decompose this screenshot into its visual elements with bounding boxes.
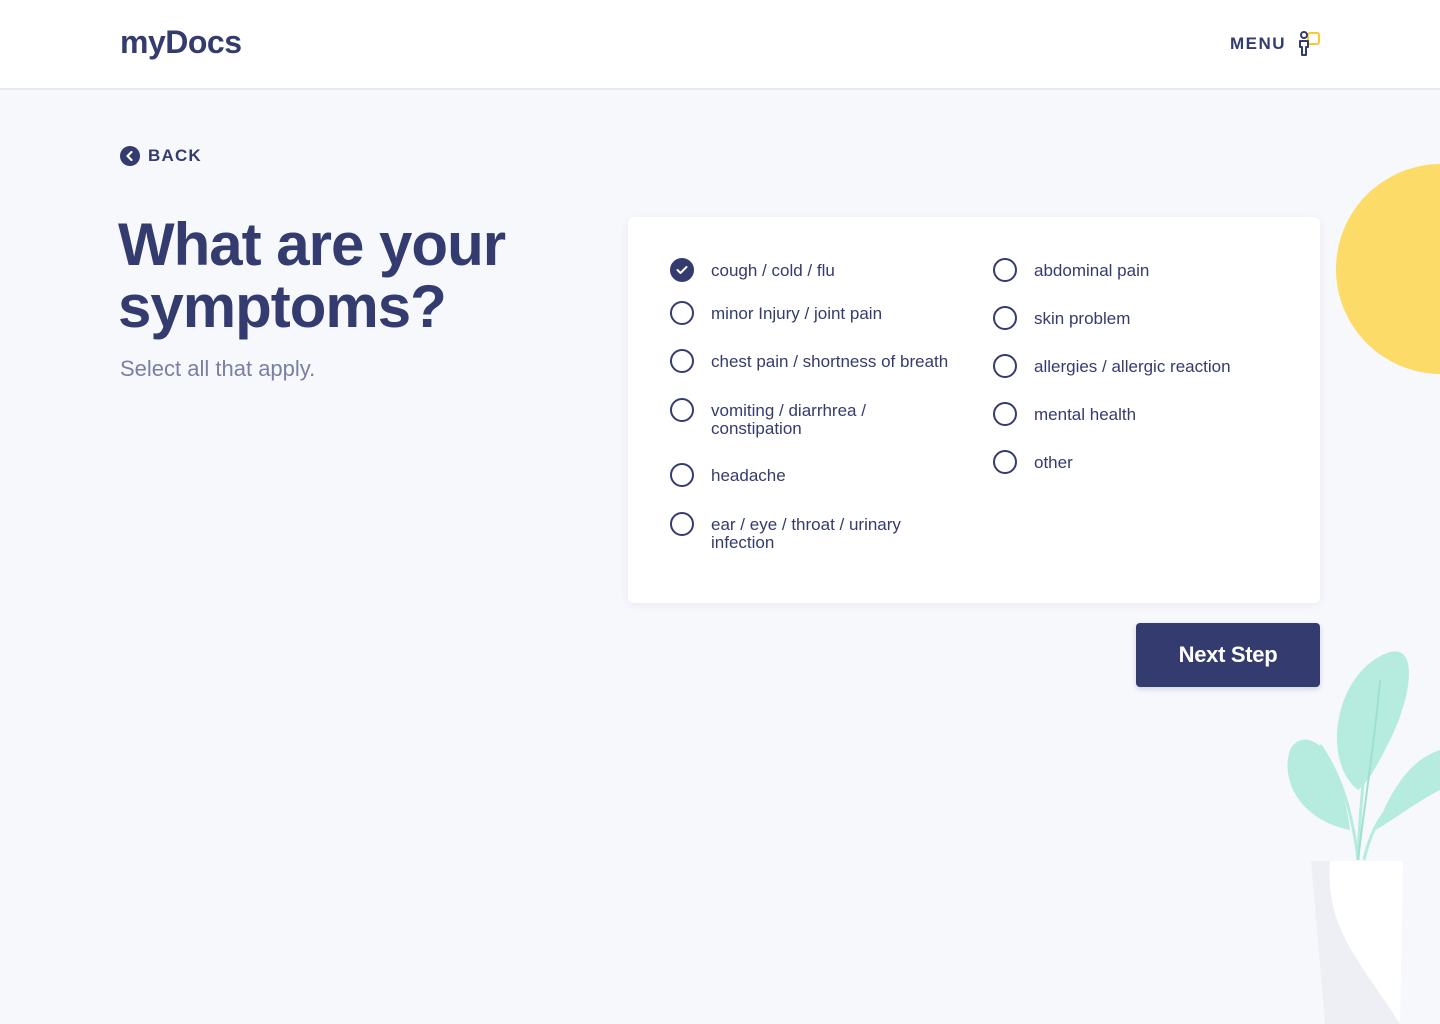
symptom-option-ear-eye-throat[interactable]: ear / eye / throat / urinary infection bbox=[670, 512, 920, 552]
top-bar: myDocs MENU bbox=[0, 0, 1440, 90]
check-icon bbox=[676, 266, 688, 274]
symptom-label: mental health bbox=[1034, 405, 1137, 424]
logo[interactable]: myDocs bbox=[120, 24, 242, 61]
page-subtitle: Select all that apply. bbox=[120, 356, 316, 381]
back-button[interactable]: BACK bbox=[120, 146, 202, 166]
symptom-option-vomiting[interactable]: vomiting / diarrhrea / constipation bbox=[670, 398, 900, 438]
symptom-label: vomiting / diarrhrea / constipation bbox=[711, 401, 866, 438]
symptom-option-mental-health[interactable]: mental health bbox=[993, 402, 1293, 426]
symptom-option-minor-injury[interactable]: minor Injury / joint pain bbox=[670, 301, 960, 325]
checkbox[interactable] bbox=[670, 398, 694, 422]
chevron-left-circle-icon bbox=[120, 146, 140, 166]
symptoms-card: cough / cold / flu minor Injury / joint … bbox=[628, 217, 1320, 603]
menu-label: MENU bbox=[1229, 34, 1286, 53]
checkbox-checked[interactable] bbox=[670, 258, 694, 282]
sun-decoration-icon bbox=[1336, 164, 1440, 374]
symptom-label: allergies / allergic reaction bbox=[1034, 357, 1231, 376]
checkbox[interactable] bbox=[993, 450, 1017, 474]
checkbox[interactable] bbox=[670, 463, 694, 487]
symptom-label: minor Injury / joint pain bbox=[711, 304, 883, 323]
page-title: What are your symptoms? bbox=[118, 211, 506, 340]
checkbox[interactable] bbox=[670, 512, 694, 536]
symptom-label: headache bbox=[711, 466, 786, 485]
menu-button[interactable]: MENU bbox=[1230, 30, 1322, 58]
checkbox[interactable] bbox=[993, 258, 1017, 282]
symptom-option-chest-pain[interactable]: chest pain / shortness of breath bbox=[670, 349, 970, 373]
symptom-option-other[interactable]: other bbox=[993, 450, 1293, 474]
symptom-label: skin problem bbox=[1034, 309, 1131, 328]
checkbox[interactable] bbox=[993, 354, 1017, 378]
checkbox[interactable] bbox=[993, 306, 1017, 330]
symptom-option-allergies[interactable]: allergies / allergic reaction bbox=[993, 354, 1293, 378]
symptom-option-abdominal-pain[interactable]: abdominal pain bbox=[993, 258, 1293, 282]
symptom-label: abdominal pain bbox=[1034, 261, 1150, 280]
back-label: BACK bbox=[148, 146, 202, 165]
checkbox[interactable] bbox=[670, 301, 694, 325]
symptom-label: ear / eye / throat / urinary infection bbox=[711, 515, 901, 552]
symptom-option-cough-cold-flu[interactable]: cough / cold / flu bbox=[670, 258, 960, 282]
doctor-chat-icon bbox=[1299, 31, 1320, 56]
checkbox[interactable] bbox=[993, 402, 1017, 426]
symptom-option-skin-problem[interactable]: skin problem bbox=[993, 306, 1293, 330]
symptom-option-headache[interactable]: headache bbox=[670, 463, 960, 487]
symptom-label: other bbox=[1034, 453, 1073, 472]
symptom-label: cough / cold / flu bbox=[711, 261, 835, 280]
checkbox[interactable] bbox=[670, 349, 694, 373]
symptom-label: chest pain / shortness of breath bbox=[711, 352, 949, 371]
plant-decoration-icon bbox=[1287, 651, 1440, 1024]
